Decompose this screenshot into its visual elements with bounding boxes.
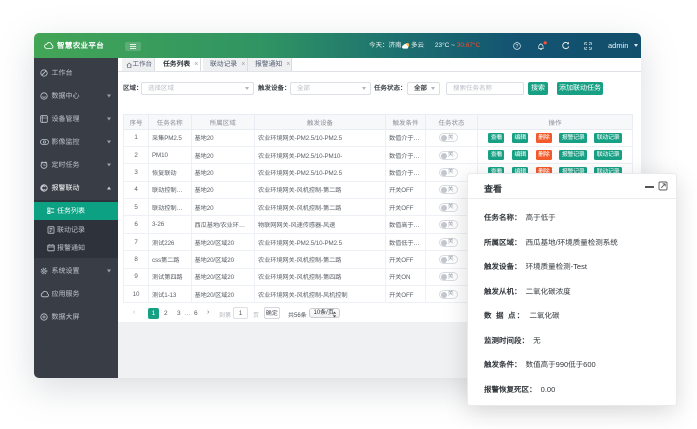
svg-text:?: ?	[516, 44, 519, 50]
